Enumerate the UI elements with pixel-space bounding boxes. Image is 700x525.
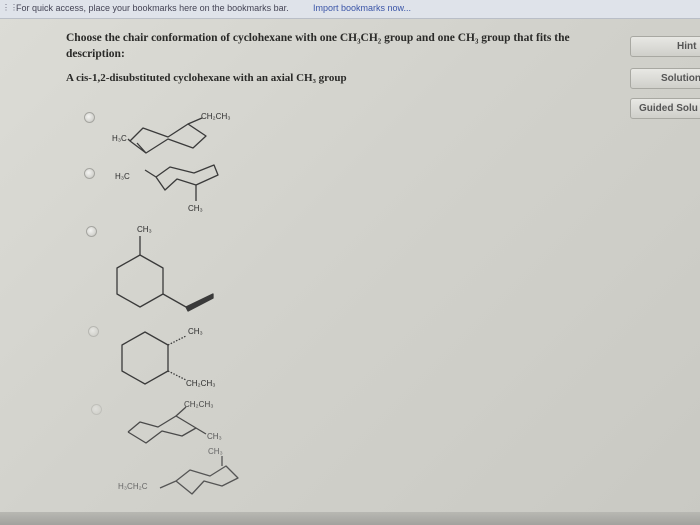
option-6-label-methyl: CH₃ [208,447,223,456]
option-2-chair [144,164,219,201]
option-6-label-ethyl: H₃CH₂C [118,482,148,491]
option-6-chair [159,456,239,495]
option-1-label-methyl: H₃C [112,134,127,143]
option-4-label-ethyl: CH₂CH₃ [186,379,216,388]
option-5-label-methyl: CH₃ [207,432,222,441]
option-5-chair [127,406,207,444]
option-3-label-methyl: CH₃ [137,225,152,234]
taskbar [0,512,700,525]
option-3-hexagon [116,236,214,312]
option-4-hexagon [121,331,187,385]
option-2-label-methyl: H₃C [115,172,130,181]
option-5-label-ethyl: CH₂CH₃ [184,400,214,409]
option-2-label-ch3: CH₃ [188,204,203,213]
option-1-chair [127,117,207,154]
option-4-label-methyl: CH₃ [188,327,203,336]
option-1-label-ethyl: CH₂CH₃ [201,112,231,121]
structures-drawing [116,117,239,495]
